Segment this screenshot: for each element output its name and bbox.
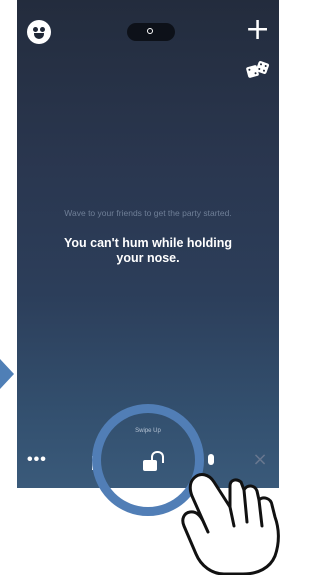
hand-icon <box>181 473 280 575</box>
top-bar: + <box>17 0 279 79</box>
hint-text: Wave to your friends to get the party st… <box>64 208 232 218</box>
more-icon[interactable]: ••• <box>27 452 55 468</box>
camera-toggle-button[interactable] <box>127 23 175 41</box>
emoji-icon[interactable] <box>27 20 51 44</box>
camera-toggle-icon <box>147 28 153 34</box>
plus-icon[interactable]: + <box>245 14 270 46</box>
dice-icon[interactable] <box>245 60 271 80</box>
arrow-icon <box>0 359 14 389</box>
joke-text: You can't hum while holding your nose. <box>63 236 232 265</box>
